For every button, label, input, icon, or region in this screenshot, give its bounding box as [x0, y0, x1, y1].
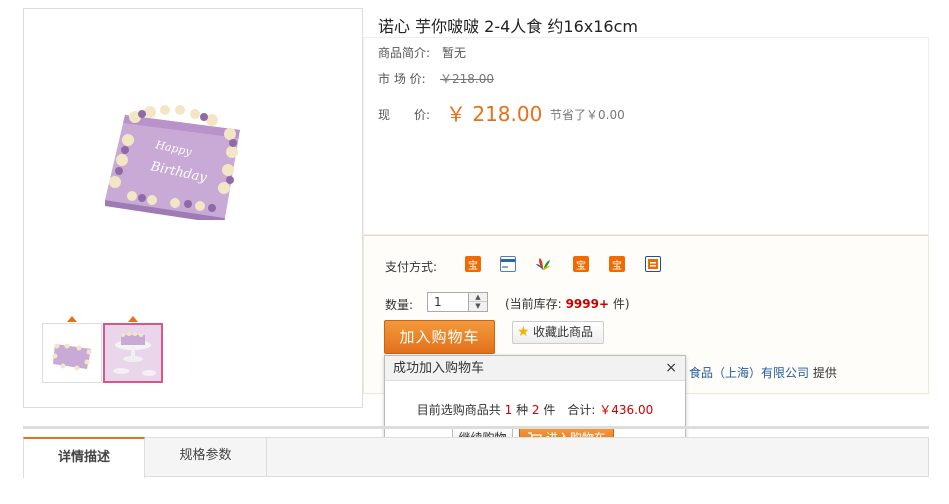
tab-description[interactable]: 详情描述	[23, 437, 145, 478]
intro-label: 商品简介:	[378, 46, 431, 60]
product-title: 诺心 芋你啵啵 2-4人食 约16x16cm	[378, 17, 638, 36]
alipay-icon: 宝	[609, 256, 625, 272]
popup-message: 目前选购商品共 1 种 2 件 合计: ￥436.00	[385, 401, 685, 418]
popup-title: 成功加入购物车	[393, 361, 485, 376]
kinds-count: 1	[504, 403, 513, 417]
unionpay-icon	[535, 256, 551, 272]
alipay-icon: 宝	[465, 256, 481, 272]
product-main-image[interactable]: Happy Birthday	[100, 90, 250, 220]
cake-stand-thumb-image	[105, 325, 161, 381]
stock-suffix: 件)	[612, 297, 630, 311]
chevron-up-icon[interactable]: ▲	[469, 293, 487, 302]
favorite-label: 收藏此商品	[533, 325, 594, 339]
quantity-stepper[interactable]: ▲ ▼	[469, 292, 488, 312]
favorite-button[interactable]: ★ 收藏此商品	[512, 321, 604, 344]
items-count: 2	[531, 403, 540, 417]
popup-header: 成功加入购物车 ×	[385, 356, 685, 381]
thumbnail-1[interactable]	[42, 323, 102, 383]
supplier-suffix: 提供	[812, 366, 837, 380]
detail-tabs: 详情描述 规格参数	[23, 437, 929, 478]
quantity-label: 数量:	[385, 298, 414, 312]
market-price-label: 市 场 价:	[378, 72, 426, 86]
items-unit: 件 合计:	[543, 403, 596, 417]
quantity-input[interactable]: 1	[427, 292, 469, 312]
payment-label: 支付方式:	[385, 260, 438, 274]
msg-prefix: 目前选购商品共	[416, 403, 501, 417]
supplier-link[interactable]: 食品（上海）有限公司	[689, 366, 809, 380]
total-amount: ￥436.00	[599, 403, 654, 417]
stock-count: 9999+	[565, 297, 610, 311]
current-price-label: 现 价:	[378, 108, 431, 122]
bank-card-icon	[500, 256, 516, 272]
kinds-unit: 种	[516, 403, 529, 417]
saved-amount: 节省了￥0.00	[550, 108, 625, 122]
stock-prefix: (当前库存:	[505, 297, 562, 311]
stock-info: (当前库存: 9999+ 件)	[505, 295, 630, 312]
add-to-cart-button[interactable]: 加入购物车	[384, 320, 495, 354]
alipay-icon: 宝	[573, 256, 589, 272]
thumbnail-2[interactable]	[103, 323, 163, 383]
thumb-indicator	[67, 316, 77, 322]
supplier-info: 食品（上海）有限公司 提供	[689, 364, 837, 381]
star-icon: ★	[517, 324, 530, 340]
close-icon[interactable]: ×	[665, 356, 677, 381]
intro-value: 暂无	[442, 46, 467, 60]
section-divider	[23, 426, 929, 429]
thumb-indicator	[128, 316, 138, 322]
product-info-panel	[363, 37, 929, 235]
cake-thumb-image	[52, 343, 92, 371]
current-price: ￥ 218.00	[446, 102, 543, 126]
chevron-down-icon[interactable]: ▼	[469, 302, 487, 311]
cod-icon	[645, 256, 661, 272]
market-price: ￥218.00	[440, 72, 494, 86]
tab-specs[interactable]: 规格参数	[145, 437, 267, 477]
